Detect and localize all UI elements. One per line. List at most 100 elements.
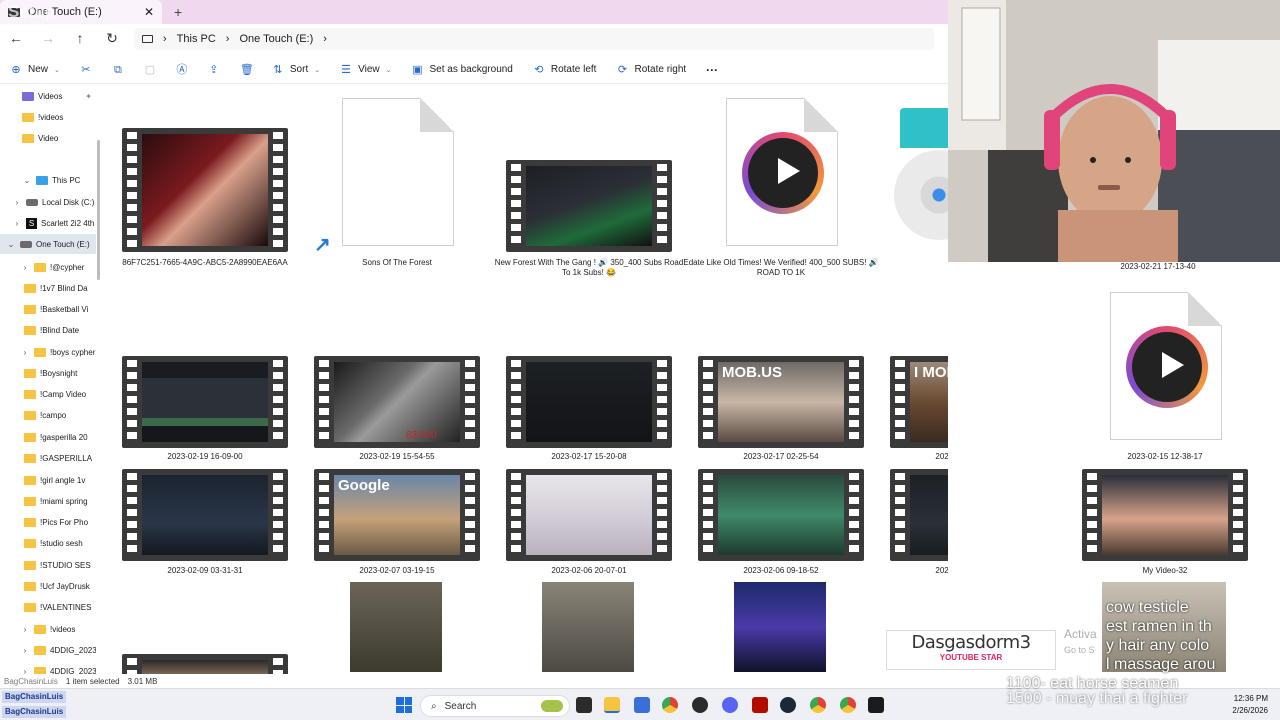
close-tab-icon[interactable]: ✕ — [144, 5, 154, 19]
back-arrow-icon[interactable]: ← — [0, 30, 32, 46]
view-button[interactable]: ☰ View ⌄ — [330, 56, 401, 84]
chevron-icon[interactable]: › — [20, 667, 30, 675]
paste-button[interactable]: ▢ — [134, 56, 166, 84]
sidebar-item[interactable]: › !boys cypher — [0, 342, 96, 362]
file-name[interactable]: Edate Like Old Times! We Verified! 400_5… — [682, 258, 880, 278]
rename-button[interactable]: Ⓐ — [166, 56, 198, 84]
blank-file-icon[interactable] — [342, 98, 454, 246]
task-view-icon[interactable] — [576, 697, 592, 713]
breadcrumb[interactable]: › This PC › One Touch (E:) › — [134, 28, 934, 50]
sidebar-item[interactable]: › 4DDIG_20230 — [0, 661, 96, 674]
photo-thumbnail[interactable] — [542, 582, 634, 672]
sidebar-item[interactable]: !1v7 Blind Da — [0, 278, 96, 298]
sidebar-item[interactable]: ⌄ This PC — [0, 170, 96, 190]
sidebar-item[interactable]: !gasperilla 20 — [0, 427, 96, 447]
breadcrumb-one-touch[interactable]: One Touch (E:) — [239, 33, 313, 45]
chevron-icon[interactable]: › — [20, 625, 30, 634]
taskbar-search[interactable]: ⌕ Search — [420, 695, 570, 717]
chevron-icon[interactable]: › — [12, 198, 22, 207]
sidebar-item[interactable]: !campo — [0, 405, 96, 425]
sidebar-item[interactable]: › S Scarlett 2i2 4th — [0, 213, 96, 233]
video-thumbnail[interactable] — [122, 654, 288, 674]
start-button[interactable] — [396, 697, 412, 713]
file-name[interactable]: 86F7C251-7665-4A9C-ABC5-2A8990EAE6AA — [122, 258, 288, 268]
new-button[interactable]: ⊕ New ⌄ — [0, 56, 70, 84]
steam-icon[interactable] — [780, 697, 796, 713]
video-thumbnail[interactable] — [698, 469, 864, 561]
sidebar-item[interactable]: Video — [0, 128, 96, 148]
file-name[interactable]: 2023-02-01 04-06-13 — [890, 566, 948, 576]
rotate-right-button[interactable]: ⟳ Rotate right — [606, 56, 696, 84]
sidebar-item[interactable]: !Camp Video — [0, 384, 96, 404]
rotate-left-button[interactable]: ⟲ Rotate left — [523, 56, 607, 84]
refresh-icon[interactable]: ↻ — [96, 30, 128, 47]
sidebar-scrollbar[interactable] — [97, 140, 100, 280]
store-icon[interactable] — [634, 697, 650, 713]
sidebar-item[interactable]: !Blind Date — [0, 320, 96, 340]
sidebar-item[interactable]: !VALENTINES — [0, 597, 96, 617]
sidebar-item[interactable]: !Boysnight — [0, 363, 96, 383]
new-tab-button[interactable]: + — [174, 4, 182, 20]
sidebar-item[interactable]: › Local Disk (C:) — [0, 192, 96, 212]
discord-icon[interactable] — [722, 697, 738, 713]
sidebar-item[interactable]: !GASPERILLA — [0, 448, 96, 468]
sidebar-item[interactable]: ⌄ One Touch (E:) — [0, 234, 96, 254]
file-name[interactable]: Sons Of The Forest — [314, 258, 480, 268]
cut-button[interactable]: ✂ — [70, 56, 102, 84]
video-thumbnail[interactable] — [506, 356, 672, 448]
photo-thumbnail[interactable] — [734, 582, 826, 672]
chrome-alt-icon[interactable] — [810, 697, 826, 713]
file-name[interactable]: New Forest With The Gang ! 🔊 350_400 Sub… — [490, 258, 688, 278]
media-file-icon[interactable] — [726, 98, 838, 246]
video-thumbnail[interactable] — [1082, 469, 1248, 561]
file-name[interactable]: 2023-02-19 15-54-55 — [314, 452, 480, 462]
file-name[interactable]: 2023-02-19 16-09-00 — [122, 452, 288, 462]
sidebar-item[interactable]: !Ucf JayDrusk — [0, 576, 96, 596]
sidebar-item[interactable]: Videos ✦ — [0, 86, 96, 106]
copy-button[interactable]: ⧉ — [102, 56, 134, 84]
sidebar-item[interactable]: !STUDIO SES — [0, 555, 96, 575]
sidebar-item[interactable]: !studio sesh — [0, 533, 96, 553]
adobe-icon[interactable] — [752, 697, 768, 713]
file-name[interactable]: 2023-02-07 03-19-15 — [314, 566, 480, 576]
delete-button[interactable]: 🗑 — [230, 56, 262, 84]
sort-button[interactable]: ⇅ Sort ⌄ — [262, 56, 330, 84]
terminal-icon[interactable] — [868, 697, 884, 713]
chevron-icon[interactable]: › — [20, 348, 30, 357]
sidebar-item[interactable]: !miami spring — [0, 491, 96, 511]
photo-thumbnail[interactable] — [350, 582, 442, 672]
video-thumbnail[interactable] — [314, 356, 480, 448]
more-options-button[interactable]: ··· — [696, 56, 728, 84]
video-thumbnail[interactable]: Google — [314, 469, 480, 561]
obs-icon[interactable] — [692, 697, 708, 713]
sidebar-item[interactable]: !Pics For Pho — [0, 512, 96, 532]
file-name[interactable]: 2023-02-21 17-13-40 — [1098, 262, 1218, 272]
file-name[interactable]: 2023-02-15 12-38-45 — [890, 452, 948, 462]
sidebar-item[interactable]: !videos — [0, 107, 96, 127]
video-thumbnail[interactable]: I MOB US — [890, 356, 948, 448]
set-background-button[interactable]: ▣ Set as background — [401, 56, 522, 84]
file-name[interactable]: 2023-02-15 12-38-17 — [1082, 452, 1248, 462]
forward-arrow-icon[interactable]: → — [32, 30, 64, 46]
up-arrow-icon[interactable]: ↑ — [64, 30, 96, 46]
chevron-icon[interactable]: ⌄ — [6, 240, 16, 249]
video-thumbnail[interactable] — [122, 128, 288, 252]
chevron-icon[interactable]: ⌄ — [22, 176, 32, 185]
file-name[interactable]: 2023-02-06 20-07-01 — [506, 566, 672, 576]
file-name[interactable]: 2023-02-17 02-25-54 — [698, 452, 864, 462]
breadcrumb-this-pc[interactable]: This PC — [177, 33, 216, 45]
media-file-icon[interactable] — [1110, 292, 1222, 440]
disc-image-icon[interactable] — [894, 150, 948, 240]
video-thumbnail[interactable] — [122, 469, 288, 561]
video-thumbnail[interactable]: MOB.US — [698, 356, 864, 448]
sidebar-item[interactable]: › !@cypher — [0, 257, 96, 277]
sidebar-item[interactable]: !girl angle 1v — [0, 470, 96, 490]
file-name[interactable]: 2023-02-06 09-18-52 — [698, 566, 864, 576]
file-explorer-icon[interactable] — [604, 697, 620, 713]
chrome-profile-icon[interactable] — [840, 697, 856, 713]
chevron-icon[interactable]: › — [20, 646, 30, 655]
chevron-icon[interactable]: › — [12, 219, 22, 228]
chevron-icon[interactable]: › — [20, 263, 30, 272]
tab-one-touch[interactable]: One Touch (E:) Setup ✕ — [0, 0, 162, 24]
file-name[interactable]: 2023-02-09 03-31-31 — [122, 566, 288, 576]
